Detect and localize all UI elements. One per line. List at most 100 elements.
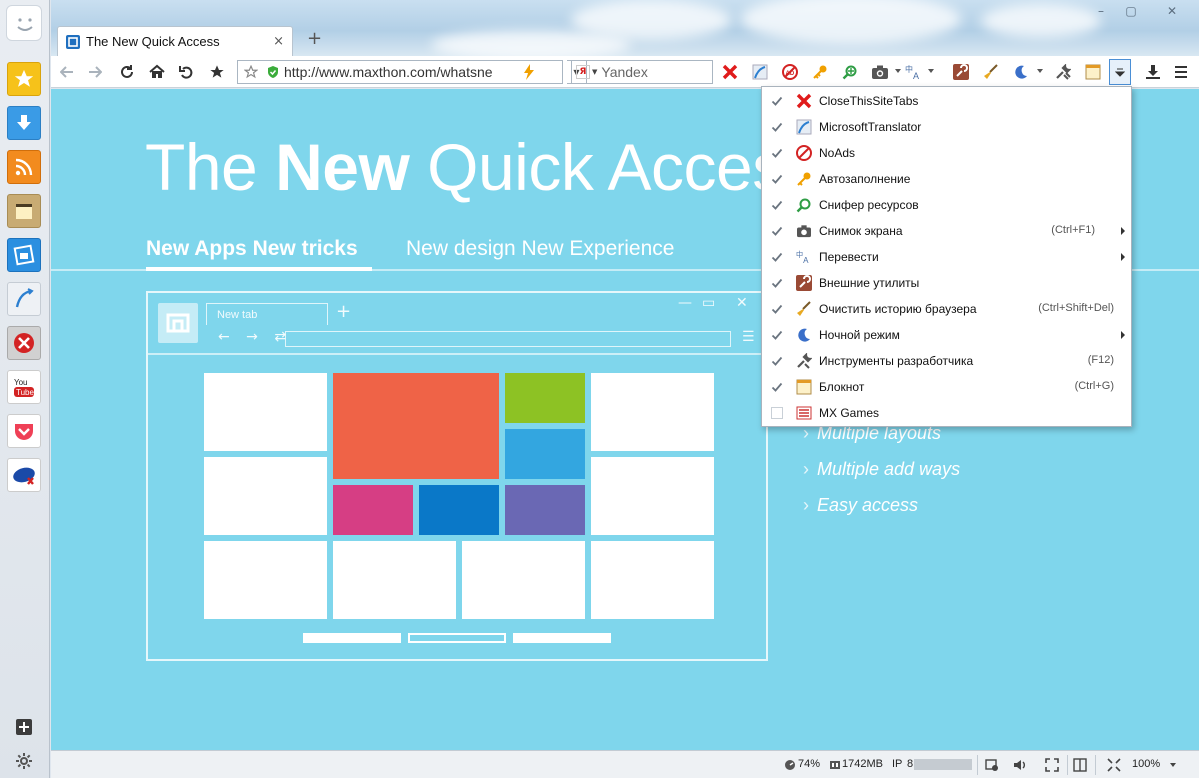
screenshot-dropdown-icon[interactable] bbox=[895, 69, 901, 73]
download-icon[interactable] bbox=[1143, 62, 1163, 82]
close-window-button[interactable]: ✕ bbox=[1155, 3, 1189, 19]
checkmark-icon[interactable] bbox=[770, 276, 784, 290]
home-button[interactable] bbox=[145, 60, 169, 84]
rss-icon[interactable] bbox=[7, 150, 41, 184]
illustration-tile-darkblue bbox=[419, 485, 499, 535]
address-bar[interactable]: http://www.maxthon.com/whatsne bbox=[237, 60, 563, 84]
add-panel-icon[interactable] bbox=[13, 716, 35, 738]
forward-button[interactable] bbox=[83, 60, 107, 84]
translate-dropdown-icon[interactable] bbox=[928, 69, 934, 73]
yandex-icon[interactable]: Я bbox=[576, 65, 590, 79]
notepad-icon[interactable] bbox=[1083, 62, 1103, 82]
main-menu-icon[interactable] bbox=[1171, 62, 1191, 82]
favorites-star-icon[interactable] bbox=[7, 62, 41, 96]
svg-text:AD: AD bbox=[786, 71, 795, 77]
menu-item[interactable]: MicrosoftTranslator bbox=[762, 114, 1131, 140]
youtube-icon[interactable]: You Tube bbox=[7, 370, 41, 404]
arrow-right-icon bbox=[89, 66, 102, 78]
noads-icon[interactable]: AD bbox=[780, 62, 800, 82]
fullscreen-icon[interactable] bbox=[1043, 756, 1061, 774]
checkmark-icon[interactable] bbox=[770, 250, 784, 264]
checkmark-icon[interactable] bbox=[770, 380, 784, 394]
menu-item[interactable]: Блокнот (Ctrl+G) bbox=[762, 374, 1131, 400]
autofill-key-icon[interactable] bbox=[810, 62, 830, 82]
checkmark-icon[interactable] bbox=[770, 146, 784, 160]
checkmark-icon[interactable] bbox=[770, 354, 784, 368]
undo-close-button[interactable] bbox=[175, 60, 199, 84]
hero-tab-new-apps[interactable]: New Apps New tricks bbox=[146, 237, 358, 261]
volume-icon[interactable] bbox=[1011, 756, 1029, 774]
search-input[interactable]: Yandex bbox=[601, 64, 647, 80]
submenu-arrow-icon[interactable] bbox=[1121, 331, 1125, 339]
pocket-icon[interactable] bbox=[7, 414, 41, 448]
hero-tab-new-design[interactable]: New design New Experience bbox=[406, 237, 674, 261]
night-mode-dropdown-icon[interactable] bbox=[1037, 69, 1043, 73]
smiley-logo-icon[interactable] bbox=[6, 5, 42, 41]
clear-history-broom-icon[interactable] bbox=[981, 62, 1001, 82]
extensions-menu-button[interactable] bbox=[1109, 59, 1131, 85]
close-tabs-sidebar-icon[interactable] bbox=[7, 326, 41, 360]
tab-close-icon[interactable]: × bbox=[273, 34, 284, 49]
maximize-button[interactable]: ▢ bbox=[1117, 3, 1145, 19]
refresh-button[interactable] bbox=[115, 60, 139, 84]
translate-icon[interactable]: 中A bbox=[904, 62, 924, 82]
new-tab-button[interactable]: + bbox=[307, 28, 322, 49]
checkmark-icon[interactable] bbox=[770, 120, 784, 134]
submenu-arrow-icon[interactable] bbox=[1121, 253, 1125, 261]
checkmark-icon[interactable] bbox=[770, 198, 784, 212]
menu-item[interactable]: NoAds bbox=[762, 140, 1131, 166]
favorite-button[interactable] bbox=[205, 60, 229, 84]
refresh-icon bbox=[121, 65, 133, 78]
illustration-tab: New tab bbox=[206, 303, 328, 325]
external-tools-icon[interactable] bbox=[951, 62, 971, 82]
europa-plus-icon[interactable] bbox=[7, 458, 41, 492]
menu-item[interactable]: Ночной режим bbox=[762, 322, 1131, 348]
menu-item[interactable]: Очистить историю браузера (Ctrl+Shift+Del… bbox=[762, 296, 1131, 322]
url-text[interactable]: http://www.maxthon.com/whatsne bbox=[284, 64, 520, 80]
camera-icon[interactable] bbox=[870, 62, 890, 82]
notes-icon[interactable] bbox=[7, 194, 41, 228]
zoom-dropdown-icon[interactable] bbox=[1170, 763, 1176, 767]
menu-item-label: MicrosoftTranslator bbox=[819, 120, 922, 134]
resource-sniffer-icon[interactable] bbox=[840, 62, 860, 82]
compatibility-mode-icon[interactable] bbox=[983, 756, 1001, 774]
checkmark-icon[interactable] bbox=[770, 328, 784, 342]
unchecked-box-icon[interactable] bbox=[770, 406, 784, 420]
close-site-tabs-icon[interactable] bbox=[720, 62, 740, 82]
menu-item[interactable]: MX Games bbox=[762, 400, 1131, 426]
menu-item-label: Перевести bbox=[819, 250, 879, 264]
back-button[interactable] bbox=[55, 60, 79, 84]
menu-item[interactable]: 中 A Перевести bbox=[762, 244, 1131, 270]
checkmark-icon[interactable] bbox=[770, 302, 784, 316]
minimize-button[interactable]: – bbox=[1087, 3, 1115, 19]
zoom-level[interactable]: 100% bbox=[1132, 758, 1160, 770]
menu-item[interactable]: CloseThisSiteTabs bbox=[762, 88, 1131, 114]
developer-tools-wrench-icon[interactable] bbox=[1053, 62, 1073, 82]
menu-item[interactable]: Автозаполнение bbox=[762, 166, 1131, 192]
checkmark-icon[interactable] bbox=[770, 94, 784, 108]
search-box[interactable]: Я ▼ Yandex bbox=[571, 60, 713, 84]
speed-dial-lightning-icon[interactable] bbox=[522, 64, 536, 80]
menu-item[interactable]: Снифер ресурсов bbox=[762, 192, 1131, 218]
downloads-icon[interactable] bbox=[7, 106, 41, 140]
menu-item[interactable]: Снимок экрана (Ctrl+F1) bbox=[762, 218, 1131, 244]
illustration-tile-orange bbox=[333, 373, 499, 479]
night-mode-moon-icon[interactable] bbox=[1011, 62, 1031, 82]
submenu-arrow-icon[interactable] bbox=[1121, 227, 1125, 235]
quick-access-icon[interactable] bbox=[7, 238, 41, 272]
microsoft-translator-icon[interactable] bbox=[750, 62, 770, 82]
tab-active[interactable]: The New Quick Access × bbox=[57, 26, 293, 56]
checkmark-icon[interactable] bbox=[770, 224, 784, 238]
resize-icon[interactable] bbox=[1105, 756, 1123, 774]
cpu-usage: 74% bbox=[798, 758, 821, 770]
translator-sidebar-icon[interactable] bbox=[7, 282, 41, 316]
bookmark-star-icon[interactable] bbox=[244, 65, 258, 79]
menu-item[interactable]: Внешние утилиты bbox=[762, 270, 1131, 296]
menu-item[interactable]: Инструменты разработчика (F12) bbox=[762, 348, 1131, 374]
hero-tab-active-underline bbox=[146, 267, 372, 271]
split-screen-icon[interactable] bbox=[1071, 756, 1089, 774]
settings-gear-icon[interactable] bbox=[13, 750, 35, 772]
search-engine-dropdown-icon[interactable]: ▼ bbox=[592, 68, 597, 76]
shield-icon bbox=[266, 65, 280, 79]
checkmark-icon[interactable] bbox=[770, 172, 784, 186]
